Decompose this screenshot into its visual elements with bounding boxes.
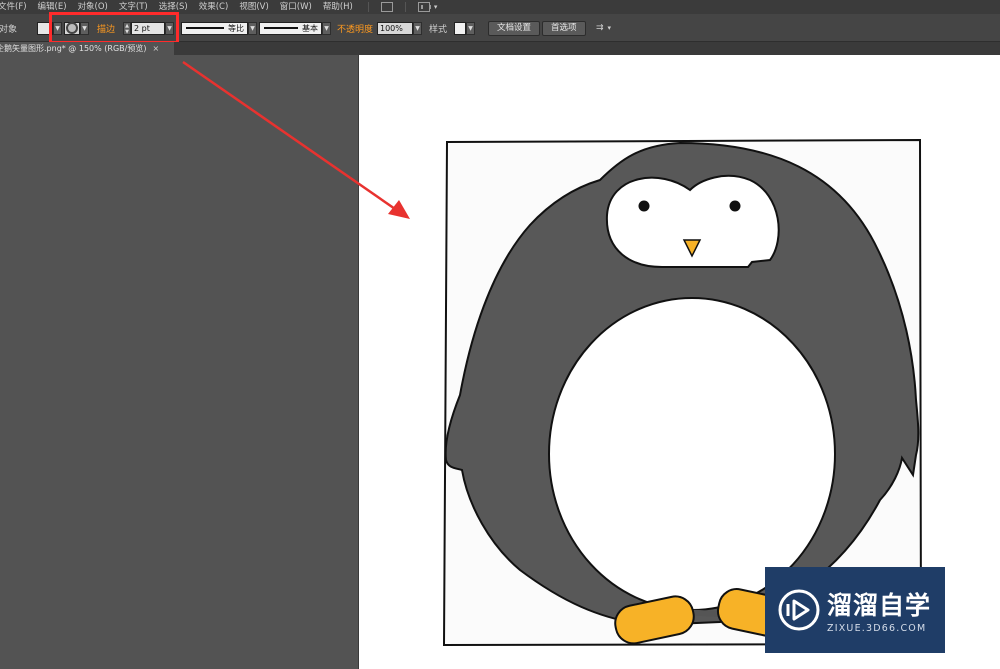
- watermark-texts: 溜溜自学 ZIXUE.3D66.COM: [827, 586, 931, 634]
- annotation-arrow-head: [388, 200, 410, 219]
- watermark-title: 溜溜自学: [827, 591, 932, 620]
- watermark-url: ZIXUE.3D66.COM: [827, 623, 927, 634]
- annotation-arrow-line: [182, 60, 399, 213]
- penguin-eye-right: [729, 200, 741, 212]
- penguin-belly: [548, 297, 836, 611]
- play-logo-icon: [778, 589, 820, 631]
- watermark: 溜溜自学 ZIXUE.3D66.COM: [765, 567, 945, 653]
- penguin-eye-left: [638, 200, 650, 212]
